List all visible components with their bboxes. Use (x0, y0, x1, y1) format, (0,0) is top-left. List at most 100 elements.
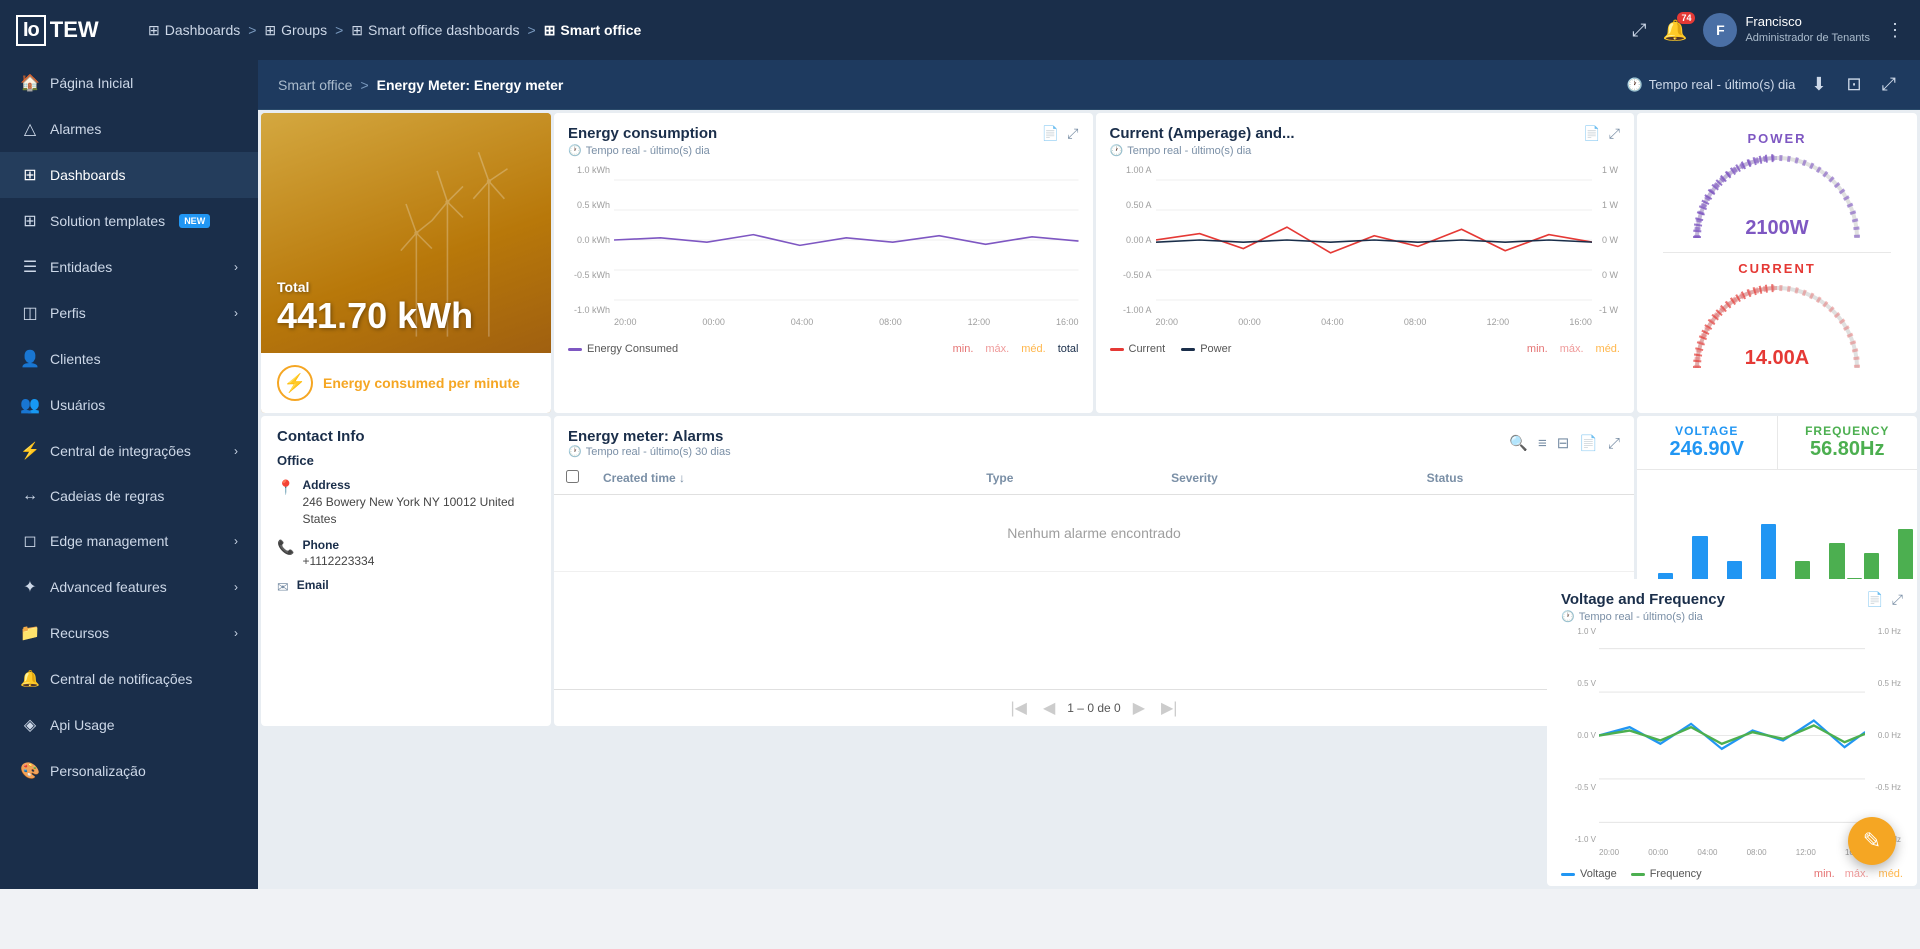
fullscreen-button[interactable]: ⤢ (1878, 70, 1900, 99)
usuarios-icon: 👥 (20, 395, 40, 415)
expand-vf-icon[interactable]: ⤢ (1892, 591, 1903, 608)
download-button[interactable]: ⬇ (1807, 70, 1830, 99)
address-label: Address (302, 478, 535, 492)
nav-breadcrumb: ⊞ Dashboards > ⊞ Groups > ⊞ Smart office… (148, 22, 1620, 39)
recursos-icon: 📁 (20, 623, 40, 643)
expand-alarm-button[interactable]: ⤢ (1608, 435, 1620, 452)
current-gauge-container: 14.00A (1687, 280, 1867, 370)
nav-smart-office[interactable]: ⊞ Smart office (544, 22, 642, 39)
prev-page-button[interactable]: ◀ (1039, 698, 1059, 718)
sidebar-item-notificacoes[interactable]: 🔔 Central de notificações (0, 656, 258, 702)
legend-label-current: Current (1129, 343, 1166, 355)
contact-section-label: Office (277, 453, 535, 468)
expand-chart-icon[interactable]: ⤢ (1067, 125, 1078, 142)
legend-dot-blue (1561, 873, 1575, 876)
regras-icon: ↔ (20, 487, 40, 505)
sidebar-item-alarmes[interactable]: △ Alarmes (0, 106, 258, 152)
next-page-button[interactable]: ▶ (1129, 698, 1149, 718)
sidebar-item-home[interactable]: 🏠 Página Inicial (0, 60, 258, 106)
vf-line-chart (1599, 627, 1865, 844)
sidebar-item-integracoes[interactable]: ⚡ Central de integrações › (0, 428, 258, 474)
fab-button[interactable]: ✎ (1848, 817, 1896, 865)
energy-total-label: Total (277, 279, 535, 295)
sidebar-item-api[interactable]: ◈ Api Usage (0, 702, 258, 748)
expand-icon[interactable]: ⤢ (1632, 20, 1646, 41)
expand-amp-icon[interactable]: ⤢ (1609, 125, 1620, 142)
filter-alarm-button[interactable]: ≡ (1538, 435, 1547, 452)
user-area[interactable]: F Francisco Administrador de Tenants (1703, 13, 1870, 47)
current-title: CURRENT (1647, 261, 1907, 276)
amp-y-left: 1.00 A0.50 A0.00 A-0.50 A-1.00 A (1110, 165, 1156, 315)
groups-grid-icon: ⊞ (264, 22, 276, 39)
last-page-button[interactable]: ▶| (1157, 698, 1181, 718)
amperage-subtitle: 🕐 Tempo real - último(s) dia (1110, 144, 1295, 157)
sidebar-item-regras[interactable]: ↔ Cadeias de regras (0, 474, 258, 518)
phone-block: Phone +1112223334 (302, 538, 374, 568)
pagination-label: 1 – 0 de 0 (1067, 701, 1120, 715)
contact-address-row: 📍 Address 246 Bowery New York NY 10012 U… (277, 478, 535, 528)
energy-banner-widget: Total 441.70 kWh ⚡ Energy consumed per m… (261, 113, 551, 413)
contact-body: 📍 Address 246 Bowery New York NY 10012 U… (261, 474, 551, 600)
vf-legend: Voltage Frequency (1561, 868, 1702, 880)
energy-chart-area: 1.0 kWh 0.5 kWh 0.0 kWh -0.5 kWh -1.0 kW… (568, 165, 1079, 335)
download-data-icon[interactable]: 📄 (1042, 125, 1059, 142)
subheader-sep: > (360, 77, 368, 93)
sidebar-item-advanced[interactable]: ✦ Advanced features › (0, 564, 258, 610)
sidebar-label-solution: Solution templates (50, 213, 165, 229)
legend-label-consumed: Energy Consumed (587, 343, 678, 355)
amperage-chart-area: 1.00 A0.50 A0.00 A-0.50 A-1.00 A 1 W1 W0… (1110, 165, 1621, 335)
search-alarm-button[interactable]: 🔍 (1509, 434, 1528, 452)
app-logo: Io TEW (16, 15, 136, 46)
sidebar-item-recursos[interactable]: 📁 Recursos › (0, 610, 258, 656)
chevron-icon-6: › (234, 626, 238, 640)
volt-freq-header: VOLTAGE 246.90V FREQUENCY 56.80Hz (1637, 416, 1917, 470)
amperage-body: 1.00 A0.50 A0.00 A-0.50 A-1.00 A 1 W1 W0… (1096, 161, 1635, 413)
no-data-row: Nenhum alarme encontrado (554, 495, 1634, 572)
first-page-button[interactable]: |◀ (1007, 698, 1031, 718)
download-alarm-button[interactable]: 📄 (1579, 434, 1598, 452)
contact-phone-row: 📞 Phone +1112223334 (277, 538, 535, 568)
nav-groups[interactable]: ⊞ Groups (264, 22, 327, 39)
time-range-button[interactable]: 🕐 Tempo real - último(s) dia (1627, 77, 1796, 93)
voltage-stat: VOLTAGE 246.90V (1637, 416, 1778, 469)
energy-legend: Energy Consumed (568, 339, 678, 359)
vf-chart-subtitle: 🕐 Tempo real - último(s) dia (1561, 610, 1725, 623)
columns-alarm-button[interactable]: ⊟ (1557, 434, 1570, 452)
nav-smart-dashboards[interactable]: ⊞ Smart office dashboards (351, 22, 519, 39)
download-vf-icon[interactable]: 📄 (1866, 591, 1883, 608)
amp-y-right: 1 W1 W0 W0 W-1 W (1592, 165, 1620, 315)
sidebar-item-solution-templates[interactable]: ⊞ Solution templates NEW (0, 198, 258, 244)
chevron-icon: › (234, 260, 238, 274)
screenshot-button[interactable]: ⊡ (1843, 70, 1866, 99)
select-all-checkbox[interactable] (566, 470, 579, 483)
download-amp-icon[interactable]: 📄 (1583, 125, 1600, 142)
sidebar-item-dashboards[interactable]: ⊞ Dashboards (0, 152, 258, 198)
top-menu-icon[interactable]: ⋮ (1886, 20, 1904, 41)
sidebar-item-clientes[interactable]: 👤 Clientes (0, 336, 258, 382)
sort-icon: ↓ (679, 471, 685, 485)
alarms-widget: Energy meter: Alarms 🕐 Tempo real - últi… (554, 416, 1634, 726)
sidebar-label-edge: Edge management (50, 533, 168, 549)
sidebar: 🏠 Página Inicial △ Alarmes ⊞ Dashboards … (0, 60, 258, 889)
sidebar-item-edge[interactable]: ◻ Edge management › (0, 518, 258, 564)
energy-chart-header: Energy consumption 🕐 Tempo real - último… (554, 113, 1093, 161)
energy-background: Total 441.70 kWh (261, 113, 551, 353)
dashboard-icon: ⊞ (20, 165, 40, 185)
notificacoes-icon: 🔔 (20, 669, 40, 689)
contact-widget: Contact Info Office 📍 Address 246 Bowery… (261, 416, 551, 726)
energy-chart-actions: 📄 ⤢ (1042, 125, 1079, 142)
sidebar-item-personalizacao[interactable]: 🎨 Personalização (0, 748, 258, 794)
notification-button[interactable]: 🔔 74 (1663, 18, 1688, 43)
x-axis-labels: 20:0000:0004:0008:0012:0016:00 (614, 317, 1079, 335)
vf-med-label: méd. (1879, 868, 1903, 880)
vf-min-max: min. máx. méd. (1814, 868, 1903, 880)
sidebar-item-perfis[interactable]: ◫ Perfis › (0, 290, 258, 336)
nav-dashboards[interactable]: ⊞ Dashboards (148, 22, 240, 39)
sidebar-item-usuarios[interactable]: 👥 Usuários (0, 382, 258, 428)
energy-chart-subtitle: 🕐 Tempo real - último(s) dia (568, 144, 717, 157)
subheader-start[interactable]: Smart office (278, 77, 352, 93)
amp-svg-area (1156, 165, 1593, 315)
col-created-time[interactable]: Created time ↓ (591, 462, 974, 495)
sidebar-item-entidades[interactable]: ☰ Entidades › (0, 244, 258, 290)
personalizacao-icon: 🎨 (20, 761, 40, 781)
